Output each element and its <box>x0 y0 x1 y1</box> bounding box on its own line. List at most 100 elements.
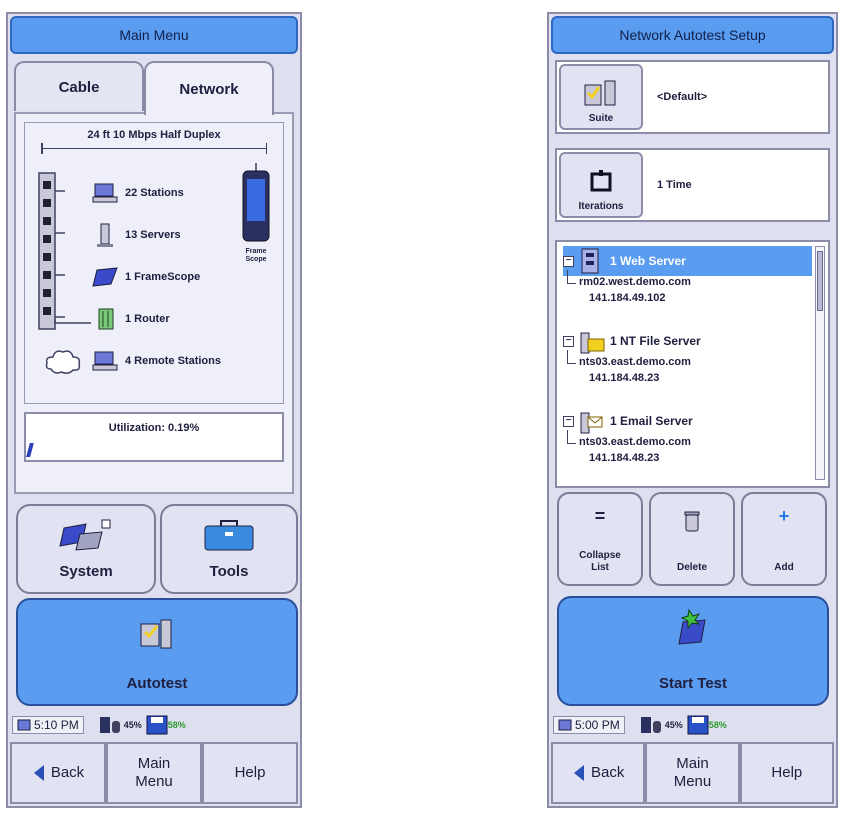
server-host: rm02.west.demo.com <box>563 270 812 292</box>
server-ip: 141.184.48.23 <box>589 452 660 464</box>
system-label: System <box>59 563 113 580</box>
device-label: 22 Stations <box>125 187 184 199</box>
cable-length-indicator <box>41 143 267 158</box>
scrollbar[interactable] <box>815 246 825 480</box>
status-bar: 5:10 PM 45% 58% <box>12 712 296 738</box>
tab-cable[interactable]: Cable <box>14 61 144 111</box>
utilization-label: Utilization: 0.19% <box>108 422 200 434</box>
autotest-button[interactable]: Autotest <box>16 598 298 706</box>
server-host: nts03.east.demo.com <box>563 350 812 372</box>
iterations-label: Iterations <box>578 201 624 212</box>
time-label: 5:10 PM <box>34 718 79 732</box>
nav-bar: Back Main Menu Help <box>551 742 834 804</box>
back-label: Back <box>50 764 85 781</box>
delete-button[interactable]: Delete <box>649 492 735 586</box>
iterations-icon <box>590 170 612 192</box>
storage-icon <box>687 715 709 735</box>
tab-network[interactable]: Network <box>144 61 274 115</box>
file-server-icon <box>580 332 605 354</box>
suite-row: Suite <Default> <box>555 60 830 134</box>
scrollbar-thumb[interactable] <box>817 251 823 311</box>
server-icon <box>91 223 119 247</box>
clock[interactable]: 5:10 PM <box>12 716 84 734</box>
email-server-icon <box>580 412 603 434</box>
help-button[interactable]: Help <box>739 742 834 804</box>
back-button[interactable]: Back <box>10 742 106 804</box>
help-button[interactable]: Help <box>202 742 298 804</box>
link-status: 24 ft 10 Mbps Half Duplex <box>87 129 221 141</box>
tester-label: Frame Scope <box>245 248 267 263</box>
collapse-toggle[interactable]: − <box>563 255 574 267</box>
device-row-router[interactable]: 1 Router <box>91 307 170 331</box>
storage-icon <box>146 715 168 735</box>
battery-percent: 45% <box>664 720 683 730</box>
tools-label: Tools <box>209 563 249 580</box>
main-menu-button[interactable]: Main Menu <box>106 742 202 804</box>
main-menu-button[interactable]: Main Menu <box>645 742 740 804</box>
toolbox-icon <box>204 520 254 551</box>
nav-bar: Back Main Menu Help <box>10 742 298 804</box>
collapse-toggle[interactable]: − <box>563 415 574 427</box>
trash-icon <box>684 511 700 532</box>
back-arrow-icon <box>573 765 584 781</box>
clock[interactable]: 5:00 PM <box>553 716 625 734</box>
device-row-servers[interactable]: 13 Servers <box>91 223 181 247</box>
setup-title: Network Autotest Setup <box>551 16 834 54</box>
storage-percent: 58% <box>167 720 186 730</box>
battery-icon <box>99 717 120 733</box>
tester-icon <box>242 163 270 242</box>
server-row[interactable]: − 1 NT File Server <box>563 326 812 356</box>
iterations-row: Iterations 1 Time <box>555 148 830 222</box>
system-button[interactable]: System <box>16 504 156 594</box>
server-row[interactable]: − 1 Email Server <box>563 406 812 436</box>
tools-button[interactable]: Tools <box>160 504 298 594</box>
back-label: Back <box>590 764 625 781</box>
collapse-list-button[interactable]: = Collapse List <box>557 492 643 586</box>
suite-label: Suite <box>588 113 614 124</box>
device-label: 1 FrameScope <box>125 271 201 283</box>
add-button[interactable]: + Add <box>741 492 827 586</box>
device-label: 13 Servers <box>125 229 181 241</box>
add-icon: + <box>778 506 790 526</box>
router-icon <box>91 307 119 331</box>
main-menu-screen: Main Menu Cable Network 24 ft 10 Mbps Ha… <box>6 12 302 808</box>
list-item[interactable]: − 1 Email Server nts03.east.demo.com 141… <box>563 406 812 468</box>
start-test-icon <box>678 608 706 645</box>
collapse-label: Collapse List <box>579 550 621 573</box>
main-menu-title: Main Menu <box>10 16 298 54</box>
device-label: 1 Router <box>125 313 170 325</box>
list-item[interactable]: − 1 NT File Server nts03.east.demo.com 1… <box>563 326 812 388</box>
list-item[interactable]: − 1 Web Server rm02.west.demo.com 141.18… <box>563 246 812 308</box>
connection-lines <box>54 319 91 324</box>
network-map: 24 ft 10 Mbps Half Duplex 22 Stations 13… <box>24 122 284 404</box>
clock-icon <box>17 719 31 731</box>
collapse-toggle[interactable]: − <box>563 335 574 347</box>
back-arrow-icon <box>33 765 44 781</box>
storage-percent: 58% <box>708 720 727 730</box>
device-row-remote[interactable]: 4 Remote Stations <box>91 349 221 373</box>
tester-device[interactable]: Frame Scope <box>239 163 273 263</box>
server-row-selected[interactable]: − 1 Web Server <box>563 246 812 276</box>
remote-station-icon <box>91 349 119 373</box>
device-row-framescope[interactable]: 1 FrameScope <box>91 265 200 289</box>
start-test-button[interactable]: Start Test <box>557 596 829 706</box>
autotest-icon <box>140 619 172 649</box>
framescope-icon <box>91 265 119 289</box>
hub-icon <box>38 172 65 330</box>
device-label: 4 Remote Stations <box>125 355 221 367</box>
suite-button[interactable]: Suite <box>559 64 643 130</box>
utilization-box[interactable]: Utilization: 0.19% <box>24 412 284 462</box>
server-name: 1 NT File Server <box>610 334 701 348</box>
server-list[interactable]: − 1 Web Server rm02.west.demo.com 141.18… <box>555 240 830 488</box>
device-row-stations[interactable]: 22 Stations <box>91 181 184 205</box>
back-button[interactable]: Back <box>551 742 646 804</box>
station-icon <box>91 181 119 205</box>
main-menu-label: Main Menu <box>135 755 173 790</box>
suite-value: <Default> <box>657 91 708 103</box>
autotest-setup-screen: Network Autotest Setup Suite <Default> I… <box>547 12 838 808</box>
iterations-button[interactable]: Iterations <box>559 152 643 218</box>
utilization-bar <box>26 443 34 457</box>
network-panel: 24 ft 10 Mbps Half Duplex 22 Stations 13… <box>14 112 294 494</box>
suite-icon <box>584 80 616 106</box>
server-name: 1 Web Server <box>610 254 686 268</box>
